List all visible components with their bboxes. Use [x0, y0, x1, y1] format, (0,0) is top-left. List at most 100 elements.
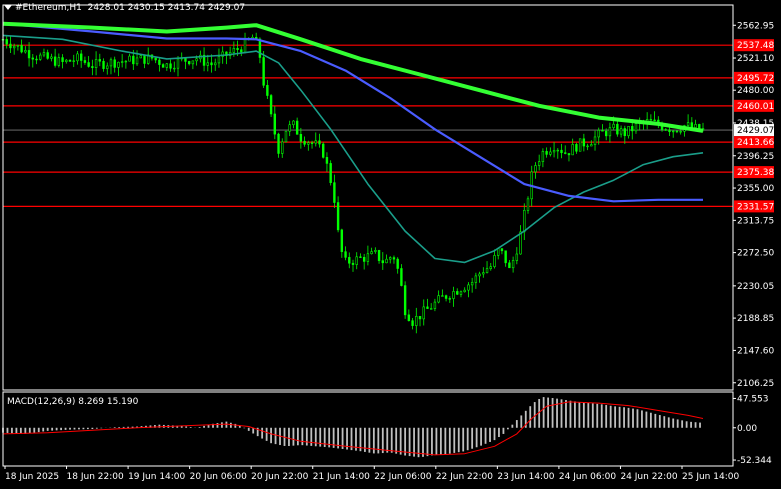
macd-hist-bar	[699, 422, 701, 428]
macd-hist-bar	[439, 427, 442, 455]
candle-body	[42, 52, 46, 56]
macd-hist-bar	[64, 427, 67, 430]
candle-body	[500, 248, 504, 252]
macd-hist-bar	[422, 427, 424, 457]
candle-body	[76, 53, 79, 62]
candle-body	[281, 141, 284, 154]
candle-body	[389, 257, 392, 260]
candle-body	[429, 308, 433, 310]
candle-body	[433, 301, 437, 309]
price-tick-label: 2106.25	[737, 379, 774, 389]
macd-hist-bar	[676, 419, 679, 428]
candle-body	[295, 120, 299, 135]
macd-hist-bar	[493, 427, 496, 441]
macd-hist-bar	[685, 421, 688, 428]
macd-hist-bar	[78, 427, 80, 430]
candle-body	[31, 57, 34, 60]
macd-hist-bar	[627, 407, 630, 428]
macd-hist-bar	[672, 418, 675, 428]
candle-body	[109, 59, 113, 67]
macd-hist-bar	[609, 405, 612, 428]
candle-body	[68, 59, 72, 62]
candle-body	[39, 54, 42, 60]
candle-body	[582, 138, 586, 147]
x-tick-label: 19 Jun 14:00	[128, 472, 185, 482]
candle-body	[117, 61, 120, 68]
macd-hist-bar	[591, 403, 594, 428]
candle-body	[385, 258, 388, 264]
macd-hist-bar	[216, 423, 219, 428]
macd-hist-bar	[46, 427, 49, 431]
candle-body	[556, 149, 559, 152]
macd-hist-bar	[587, 402, 590, 428]
candle-body	[325, 157, 329, 164]
macd-hist-bar	[600, 404, 603, 428]
candle-body	[415, 316, 418, 326]
candle-body	[336, 202, 340, 231]
macd-hist-bar	[6, 427, 9, 433]
menu-triangle-icon[interactable]	[4, 5, 12, 10]
candle-body	[586, 145, 589, 148]
macd-hist-bar	[198, 427, 201, 428]
candle-body	[240, 49, 243, 53]
candle-body	[128, 55, 131, 62]
macd-hist-bar	[86, 427, 89, 430]
candle-body	[348, 257, 351, 264]
x-tick-label: 23 Jun 14:00	[497, 472, 554, 482]
macd-hist-bar	[408, 427, 411, 457]
candle-body	[679, 131, 682, 133]
candle-body	[9, 43, 12, 49]
macd-hist-bar	[288, 427, 290, 447]
candle-body	[459, 291, 463, 295]
macd-hist-bar	[551, 398, 554, 428]
candle-body	[154, 57, 157, 61]
candle-body	[184, 57, 187, 62]
candle-body	[310, 142, 314, 144]
x-tick-label: 18 Jun 22:00	[67, 472, 124, 482]
macd-hist-bar	[475, 427, 478, 448]
macd-hist-bar	[654, 413, 657, 428]
candle-body	[277, 133, 280, 154]
price-tick-label: 2230.05	[737, 282, 774, 292]
macd-hist-bar	[82, 427, 85, 430]
candle-body	[690, 122, 694, 128]
candle-body	[57, 57, 61, 66]
candle-body	[344, 251, 347, 258]
macd-hist-bar	[19, 427, 22, 434]
macd-hist-bar	[641, 410, 643, 428]
candle-body	[113, 59, 116, 68]
candle-body	[187, 61, 191, 65]
candle	[329, 160, 332, 186]
candle-body	[273, 113, 277, 135]
price-tick-label: 2521.10	[737, 54, 774, 64]
candle	[284, 130, 288, 143]
macd-hist-bar	[73, 427, 76, 430]
x-tick-label: 22 Jun 22:00	[436, 472, 493, 482]
macd-hist-bar	[520, 415, 523, 428]
candle-body	[91, 66, 94, 68]
candle-body	[195, 58, 198, 62]
candle-body	[262, 57, 265, 86]
candle-body	[541, 151, 545, 162]
price-tick-label: 2272.50	[737, 249, 774, 259]
level-tag-label: 2537.48	[737, 41, 774, 51]
candle-body	[631, 126, 634, 132]
chart-canvas[interactable]: 2562.952521.102480.002438.152396.252355.…	[0, 0, 781, 489]
candle	[322, 142, 325, 159]
macd-hist-bar	[229, 422, 232, 428]
candle-body	[288, 124, 291, 132]
candle-body	[508, 262, 511, 269]
macd-hist-bar	[381, 427, 384, 454]
candle-body	[634, 123, 638, 132]
macd-hist-bar	[127, 426, 130, 428]
candle-body	[560, 149, 563, 154]
macd-hist-bar	[395, 427, 398, 454]
macd-hist-bar	[614, 406, 617, 428]
macd-hist-bar	[623, 407, 625, 428]
macd-hist-bar	[189, 427, 192, 428]
candle-body	[307, 142, 310, 145]
candle-body	[191, 60, 195, 65]
candle-body	[422, 306, 425, 320]
macd-hist-bar	[632, 408, 634, 428]
candle-body	[381, 260, 384, 264]
